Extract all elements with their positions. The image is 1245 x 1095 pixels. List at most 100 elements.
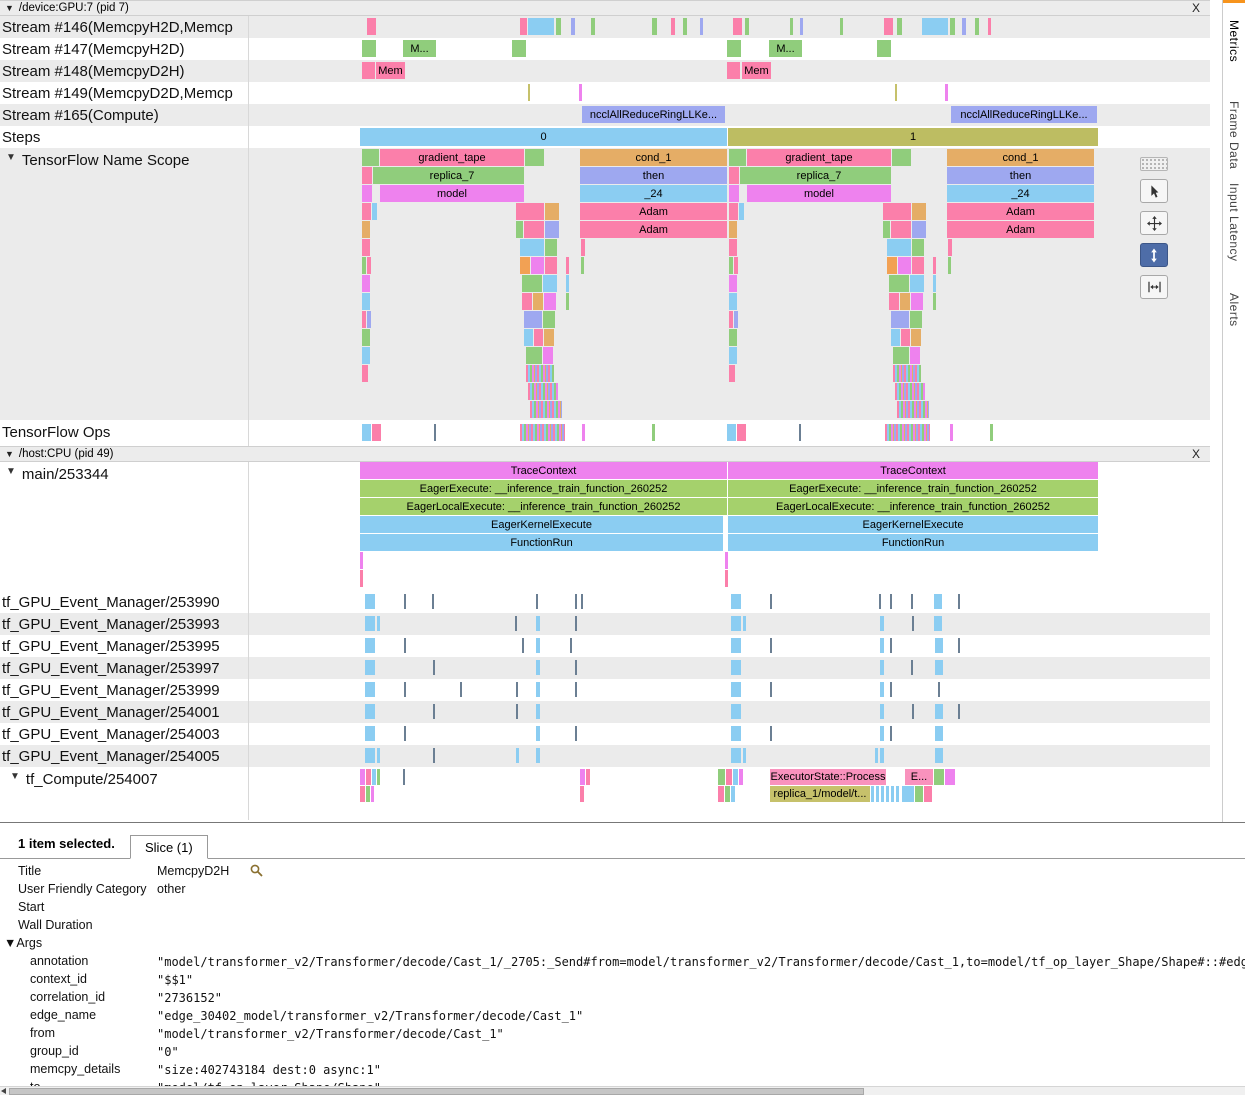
trace-slice[interactable] (729, 293, 737, 310)
trace-slice[interactable] (372, 424, 381, 441)
trace-slice[interactable] (910, 311, 922, 328)
trace-slice[interactable] (933, 257, 936, 274)
trace-slice[interactable] (890, 594, 892, 609)
selection-tool-button[interactable] (1140, 179, 1168, 203)
trace-slice[interactable] (840, 18, 843, 35)
trace-slice[interactable] (725, 552, 728, 569)
trace-slice[interactable] (880, 704, 884, 719)
slice-mem[interactable]: Mem (376, 62, 405, 79)
trace-slice[interactable] (933, 293, 936, 310)
trace-slice[interactable] (533, 293, 543, 310)
trace-slice[interactable] (566, 293, 569, 310)
trace-slice[interactable] (580, 786, 584, 802)
slice-adam[interactable]: Adam (580, 203, 727, 220)
slice-m[interactable]: M... (769, 40, 802, 57)
trace-slice[interactable] (543, 347, 553, 364)
trace-slice[interactable] (360, 570, 363, 587)
trace-slice[interactable] (727, 40, 741, 57)
trace-slice[interactable] (528, 383, 558, 400)
trace-slice[interactable] (901, 329, 910, 346)
trace-slice[interactable] (365, 726, 375, 741)
trace-slice[interactable] (524, 221, 544, 238)
trace-slice[interactable] (910, 347, 920, 364)
slice-eagerexecute-inference-train-f[interactable]: EagerExecute: __inference_train_function… (360, 480, 727, 497)
trace-slice[interactable] (516, 203, 544, 220)
trace-slice[interactable] (912, 704, 914, 719)
trace-slice[interactable] (897, 401, 929, 418)
trace-slice[interactable] (731, 638, 741, 653)
trace-slice[interactable] (545, 203, 559, 220)
trace-slice[interactable] (362, 167, 372, 184)
trace-slice[interactable] (900, 293, 910, 310)
trace-slice[interactable] (948, 257, 951, 274)
trace-slice[interactable] (520, 18, 527, 35)
trace-slice[interactable] (729, 257, 733, 274)
trace-slice[interactable] (366, 786, 370, 802)
trace-slice[interactable] (892, 149, 911, 166)
trace-slice[interactable] (372, 769, 376, 785)
trace-slice[interactable] (958, 638, 960, 653)
trace-slice[interactable] (365, 704, 375, 719)
slice-executorstate-process[interactable]: ExecutorState::Process (770, 769, 886, 785)
trace-slice[interactable] (575, 616, 577, 631)
trace-slice[interactable] (571, 18, 575, 35)
trace-slice[interactable] (683, 18, 687, 35)
slice-eagerkernelexecute[interactable]: EagerKernelExecute (360, 516, 723, 533)
trace-slice[interactable] (528, 84, 530, 101)
trace-slice[interactable] (770, 594, 772, 609)
trace-slice[interactable] (530, 401, 562, 418)
trace-slice[interactable] (729, 329, 737, 346)
slice-eagerlocalexecute-inference-tr[interactable]: EagerLocalExecute: __inference_train_fun… (728, 498, 1098, 515)
trace-slice[interactable] (912, 239, 924, 256)
trace-slice[interactable] (575, 594, 577, 609)
trace-slice[interactable] (536, 704, 540, 719)
trace-slice[interactable] (729, 311, 733, 328)
trace-slice[interactable] (743, 616, 746, 631)
trace-slice[interactable] (586, 769, 590, 785)
side-tab-alerts[interactable]: Alerts (1227, 293, 1241, 327)
trace-slice[interactable] (890, 682, 892, 697)
trace-slice[interactable] (990, 424, 993, 441)
slice-cond-1[interactable]: cond_1 (580, 149, 727, 166)
trace-slice[interactable] (945, 769, 955, 785)
trace-slice[interactable] (880, 726, 884, 741)
trace-slice[interactable] (935, 638, 943, 653)
trace-slice[interactable] (543, 275, 557, 292)
trace-slice[interactable] (950, 18, 955, 35)
gpu-section-close-button[interactable]: X (1192, 1, 1200, 15)
slice-mem[interactable]: Mem (742, 62, 771, 79)
collapse-arrow-icon[interactable]: ▼ (5, 449, 14, 459)
trace-slice[interactable] (367, 18, 376, 35)
trace-slice[interactable] (556, 18, 561, 35)
side-tab-metrics[interactable]: Metrics (1227, 20, 1241, 62)
trace-slice[interactable] (545, 257, 557, 274)
trace-slice[interactable] (543, 311, 555, 328)
trace-slice[interactable] (911, 293, 923, 310)
trace-slice[interactable] (727, 62, 740, 79)
trace-slice[interactable] (544, 293, 556, 310)
trace-slice[interactable] (512, 40, 526, 57)
trace-slice[interactable] (524, 329, 533, 346)
trace-slice[interactable] (362, 62, 375, 79)
trace-slice[interactable] (734, 257, 738, 274)
trace-slice[interactable] (889, 293, 899, 310)
slice-functionrun[interactable]: FunctionRun (728, 534, 1098, 551)
trace-slice[interactable] (731, 786, 735, 802)
trace-slice[interactable] (739, 203, 744, 220)
trace-slice[interactable] (737, 424, 746, 441)
trace-slice[interactable] (373, 167, 380, 184)
trace-slice[interactable] (891, 329, 900, 346)
palette-drag-handle[interactable] (1140, 157, 1168, 171)
trace-slice[interactable] (377, 616, 380, 631)
trace-slice[interactable] (731, 594, 741, 609)
trace-slice[interactable] (935, 704, 943, 719)
trace-slice[interactable] (733, 18, 742, 35)
trace-slice[interactable] (366, 769, 371, 785)
trace-slice[interactable] (935, 660, 943, 675)
trace-slice[interactable] (566, 275, 569, 292)
trace-slice[interactable] (365, 638, 375, 653)
trace-slice[interactable] (911, 660, 913, 675)
trace-slice[interactable] (520, 257, 530, 274)
trace-slice[interactable] (536, 682, 540, 697)
trace-slice[interactable] (897, 18, 902, 35)
